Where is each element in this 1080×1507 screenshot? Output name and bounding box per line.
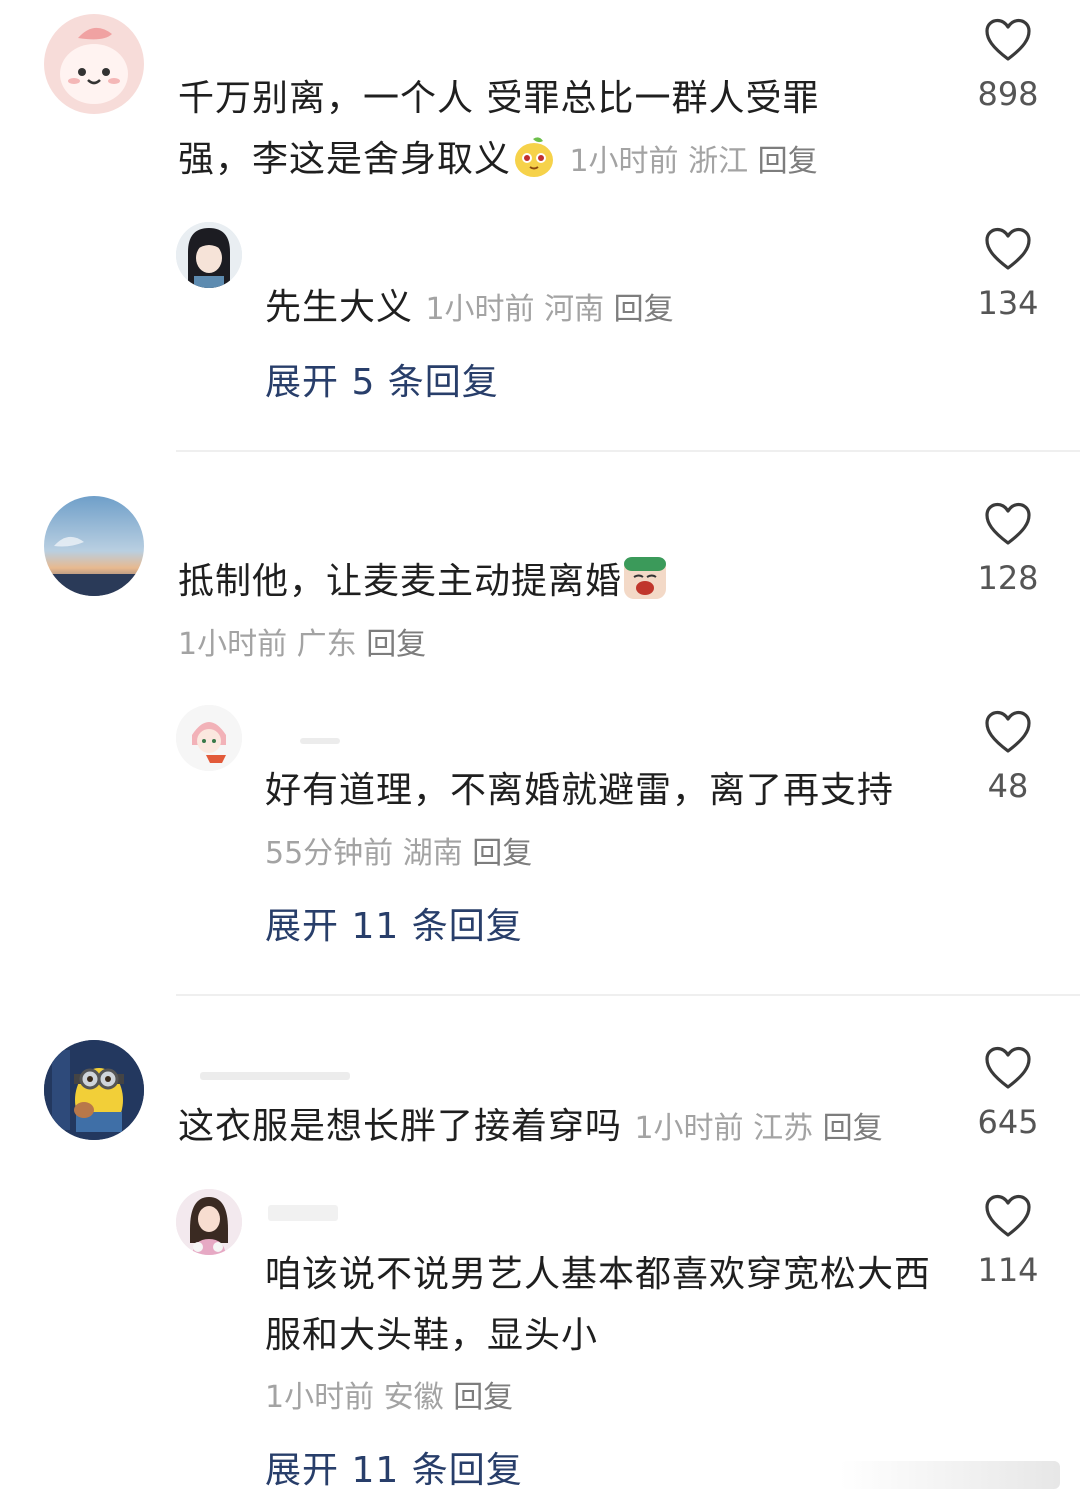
avatar[interactable] [176,705,242,771]
expand-replies-link[interactable]: 展开 11 条回复 [265,905,523,949]
username-redacted [300,738,340,744]
comment-location: 江苏 [753,1111,814,1146]
reply-location: 安徽 [383,1380,444,1415]
like-button[interactable]: 898 [953,18,1063,114]
heart-outline-icon [984,1046,1032,1090]
comment-text: 千万别离，一个人 受罪总比一群人受罪强，李这是舍身取义 1小时前 浙江 回复 [178,68,868,198]
like-button[interactable]: 128 [953,502,1063,598]
reply-body: 好有道理，不离婚就避雷，离了再支持 [265,770,895,811]
comment-body: 抵制他，让麦麦主动提离婚 [178,561,623,602]
reply-meta: 55分钟前 湖南 回复 [265,834,532,874]
comment-time: 1小时前 [178,627,288,662]
expand-replies-link[interactable]: 展开 11 条回复 [265,1449,523,1493]
avatar[interactable] [176,222,242,288]
like-count: 128 [977,559,1039,597]
reply-button[interactable]: 回复 [614,292,674,327]
avatar[interactable] [44,496,144,596]
reply-button[interactable]: 回复 [758,144,818,179]
username-redacted [268,1205,338,1221]
divider [176,994,1080,996]
like-button[interactable]: 134 [953,227,1063,323]
reply-button[interactable]: 回复 [453,1380,513,1415]
reply-text: 先生大义 1小时前 河南 回复 [265,277,905,340]
heart-outline-icon [984,710,1032,754]
avatar[interactable] [176,1189,242,1255]
username-redacted [200,1072,350,1080]
comment-body: 这衣服是想长胖了接着穿吗 [178,1106,623,1147]
like-count: 134 [977,284,1039,322]
like-count: 48 [987,767,1029,805]
comment-time: 1小时前 [634,1111,744,1146]
pear-emoji-icon [511,133,557,198]
reply-body: 咱该说不说男艺人基本都喜欢穿宽松大西服和大头鞋，显头小 [265,1254,932,1356]
reply-text: 咱该说不说男艺人基本都喜欢穿宽松大西服和大头鞋，显头小 [265,1244,945,1366]
heart-outline-icon [984,1194,1032,1238]
comment-location: 浙江 [688,144,749,179]
reply-location: 湖南 [402,836,463,871]
comment-text: 这衣服是想长胖了接着穿吗 1小时前 江苏 回复 [178,1096,958,1159]
divider [176,450,1080,452]
comment-text: 抵制他，让麦麦主动提离婚 [178,551,878,620]
like-count: 645 [977,1103,1039,1141]
reply-button[interactable]: 回复 [366,627,426,662]
reply-time: 55分钟前 [265,836,394,871]
heart-outline-icon [984,502,1032,546]
comment-time: 1小时前 [569,144,679,179]
watermark [840,1461,1060,1489]
like-button[interactable]: 114 [953,1194,1063,1290]
like-button[interactable]: 48 [953,710,1063,806]
reply-location: 河南 [544,292,605,327]
comment-meta: 1小时前 浙江 回复 [569,144,817,179]
heart-outline-icon [984,227,1032,271]
like-count: 898 [977,75,1039,113]
comment-meta: 1小时前 江苏 回复 [634,1111,882,1146]
reply-time: 1小时前 [425,292,535,327]
avatar[interactable] [44,1040,144,1140]
heart-outline-icon [984,18,1032,62]
reply-meta: 1小时前 河南 回复 [425,292,673,327]
reply-body: 先生大义 [265,287,414,328]
reply-text: 好有道理，不离婚就避雷，离了再支持 [265,760,945,821]
avatar[interactable] [44,14,144,114]
like-count: 114 [977,1251,1039,1289]
reply-time: 1小时前 [265,1380,375,1415]
comment-meta: 1小时前 广东 回复 [178,625,426,665]
crying-emoji-icon [622,555,668,620]
like-button[interactable]: 645 [953,1046,1063,1142]
reply-button[interactable]: 回复 [823,1111,883,1146]
comment-location: 广东 [296,627,357,662]
reply-button[interactable]: 回复 [472,836,532,871]
reply-meta: 1小时前 安徽 回复 [265,1378,513,1418]
expand-replies-link[interactable]: 展开 5 条回复 [265,361,499,405]
